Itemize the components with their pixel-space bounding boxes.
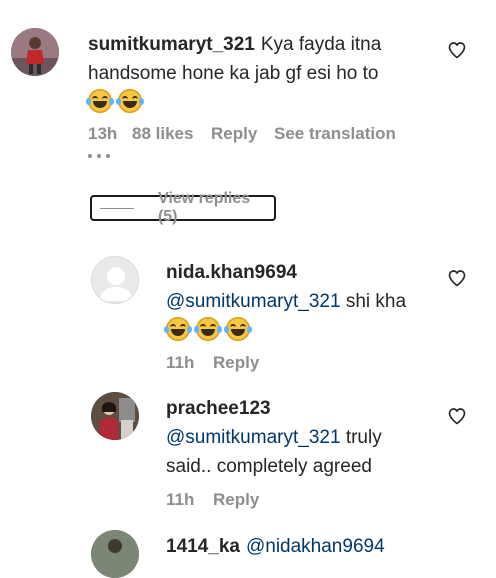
reply-username[interactable]: nida.khan9694 [166, 262, 297, 283]
reply-body: 1414_ka @nidakhan9694 [166, 532, 486, 561]
heart-outline-icon[interactable] [447, 40, 467, 60]
avatar[interactable] [91, 392, 139, 440]
laughing-emoji-icon [224, 317, 252, 341]
avatar[interactable] [91, 256, 139, 304]
view-replies-button[interactable]: View replies (5) [90, 190, 276, 225]
comment-username[interactable]: sumitkumaryt_321 [88, 34, 255, 55]
reply-username[interactable]: 1414_ka [166, 536, 240, 557]
comment-body: sumitkumaryt_321 Kya fayda itna handsome … [86, 30, 428, 117]
laughing-emoji-icon [86, 89, 114, 113]
reply-body: nida.khan9694 @sumitkumaryt_321 shi kha [164, 258, 416, 345]
mention-link[interactable]: @sumitkumaryt_321 [166, 291, 341, 312]
reply-button[interactable]: Reply [213, 490, 259, 510]
avatar[interactable] [91, 530, 139, 578]
laughing-emoji-icon [164, 317, 192, 341]
avatar-image [91, 392, 139, 440]
comment-likes[interactable]: 88 likes [132, 124, 193, 144]
avatar[interactable] [11, 28, 59, 76]
reply-button[interactable]: Reply [211, 124, 257, 144]
mention-link[interactable]: @nidakhan9694 [246, 536, 385, 557]
reply-button[interactable]: Reply [213, 353, 259, 373]
see-translation-button[interactable]: See translation [274, 124, 396, 144]
view-replies-label: View replies (5) [157, 190, 251, 225]
reply-username[interactable]: prachee123 [166, 398, 271, 419]
mention-link[interactable]: @sumitkumaryt_321 [166, 427, 341, 448]
laughing-emoji-icon [116, 89, 144, 113]
reply-time: 11h [166, 490, 195, 509]
reply-text: shi kha [345, 291, 407, 312]
more-dots-icon[interactable] [88, 154, 110, 158]
heart-outline-icon[interactable] [447, 406, 467, 426]
avatar-image [11, 28, 59, 76]
comment-time: 13h [88, 124, 118, 143]
default-avatar-icon [99, 267, 133, 301]
comment-emojis [86, 89, 148, 113]
reply-body: prachee123 @sumitkumaryt_321 truly said.… [166, 394, 426, 481]
heart-outline-icon[interactable] [447, 268, 467, 288]
reply-time: 11h [166, 353, 195, 372]
laughing-emoji-icon [194, 317, 222, 341]
avatar-image [91, 530, 139, 578]
divider-line [100, 207, 134, 209]
